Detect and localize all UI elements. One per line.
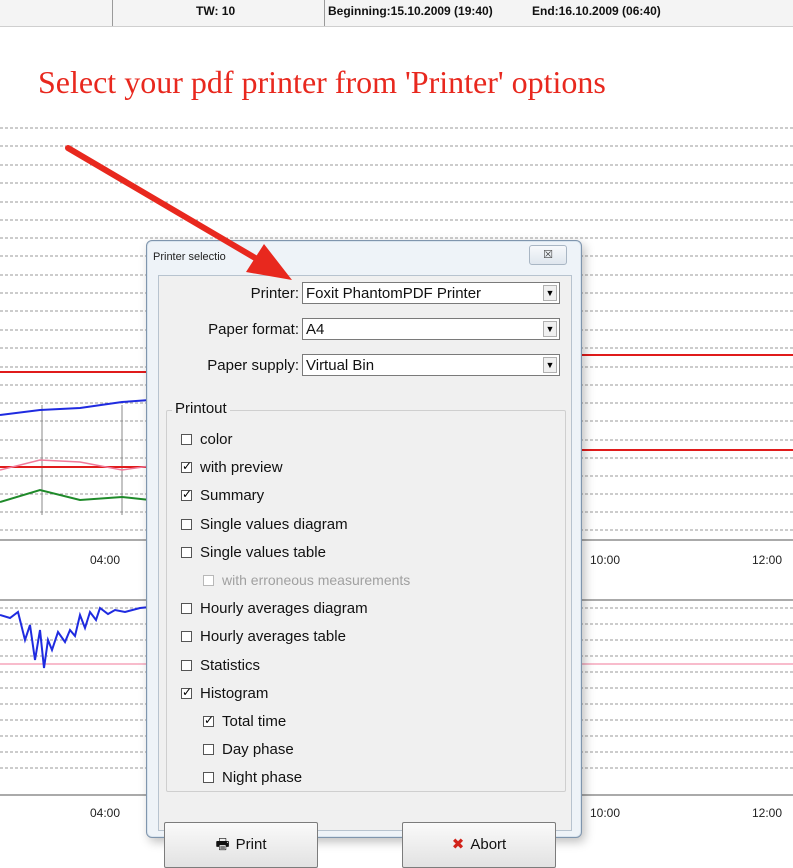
paper-supply-row: Paper supply: Virtual Bin ▼ <box>159 354 571 378</box>
x-tick-label: 12:00 <box>752 553 783 567</box>
close-button[interactable]: ☒ <box>529 245 567 265</box>
printout-option[interactable]: Total time <box>203 713 286 730</box>
checkbox[interactable] <box>181 631 192 643</box>
printout-option[interactable]: Day phase <box>203 741 294 758</box>
checkbox[interactable] <box>181 546 192 558</box>
chevron-down-icon[interactable]: ▼ <box>543 321 557 337</box>
printout-option: with erroneous measurements <box>203 572 410 588</box>
printout-option[interactable]: Summary <box>181 487 264 504</box>
printout-option[interactable]: Hourly averages table <box>181 628 346 645</box>
printer-icon: 🖶 <box>215 836 230 853</box>
checkbox[interactable] <box>203 772 214 784</box>
option-label: Single values table <box>200 543 326 561</box>
checkbox[interactable] <box>181 603 192 615</box>
option-label: color <box>200 431 233 448</box>
printer-select[interactable]: Foxit PhantomPDF Printer ▼ <box>302 282 560 304</box>
option-label: Total time <box>222 713 287 730</box>
abort-label: Abort <box>470 836 507 853</box>
option-label: Hourly averages table <box>200 628 346 646</box>
print-label: Print <box>235 836 267 853</box>
x-tick-label: 10:00 <box>590 553 621 567</box>
checkbox[interactable] <box>203 744 214 756</box>
option-label: with preview <box>200 459 283 477</box>
checkbox[interactable] <box>181 518 192 530</box>
printer-row: Printer: Foxit PhantomPDF Printer ▼ <box>159 282 571 306</box>
abort-button[interactable]: ✖ Abort <box>402 822 556 868</box>
paper-format-value: A4 <box>306 321 325 338</box>
option-label: Single values diagram <box>200 515 348 533</box>
printout-option[interactable]: Night phase <box>203 769 302 786</box>
x-tick-label: 12:00 <box>752 806 783 820</box>
option-label: Histogram <box>200 684 269 702</box>
checkbox[interactable] <box>181 487 192 502</box>
x-tick-label: 04:00 <box>90 553 121 567</box>
paper-supply-value: Virtual Bin <box>306 357 375 374</box>
dialog-title: Printer selectio <box>153 251 226 263</box>
print-button[interactable]: 🖶 Print <box>164 822 318 868</box>
printout-option[interactable]: Histogram <box>181 685 268 702</box>
option-label: Day phase <box>222 741 294 759</box>
printout-option[interactable]: Hourly averages diagram <box>181 600 368 617</box>
paper-format-row: Paper format: A4 ▼ <box>159 318 571 342</box>
pink-series <box>0 459 151 471</box>
paper-format-label: Paper format: <box>208 321 299 338</box>
option-label: Hourly averages diagram <box>200 600 368 618</box>
blue-series <box>0 399 151 416</box>
printout-group: Printout color with preview Summary Single … <box>166 400 566 792</box>
printout-legend: Printout <box>172 400 230 417</box>
paper-supply-select[interactable]: Virtual Bin ▼ <box>302 354 560 376</box>
checkbox[interactable] <box>181 685 192 699</box>
dialog-panel: Printer: Foxit PhantomPDF Printer ▼ Pape… <box>158 275 572 868</box>
paper-format-select[interactable]: A4 ▼ <box>302 318 560 340</box>
option-label: Night phase <box>222 769 303 787</box>
x-tick-label: 10:00 <box>590 806 621 820</box>
printout-option[interactable]: Single values diagram <box>181 516 348 533</box>
checkbox[interactable] <box>181 459 192 474</box>
printer-label: Printer: <box>250 285 299 302</box>
checkbox[interactable] <box>181 434 192 445</box>
option-label: with erroneous measurements <box>222 572 411 588</box>
printout-option[interactable]: Single values table <box>181 544 326 561</box>
paper-supply-label: Paper supply: <box>207 357 299 374</box>
chevron-down-icon[interactable]: ▼ <box>543 285 557 301</box>
blue-measurement-series <box>0 606 151 669</box>
option-label: Summary <box>200 487 265 505</box>
printer-value: Foxit PhantomPDF Printer <box>306 285 482 302</box>
printout-option[interactable]: Statistics <box>181 657 260 674</box>
chevron-down-icon[interactable]: ▼ <box>543 357 557 373</box>
printout-option[interactable]: with preview <box>181 459 283 476</box>
option-label: Statistics <box>200 656 261 674</box>
printer-selection-dialog: Printer selectio ☒ Printer: Foxit Phanto… <box>146 240 582 868</box>
green-series <box>0 488 151 503</box>
printout-option[interactable]: color <box>181 431 233 448</box>
checkbox[interactable] <box>203 713 214 727</box>
checkbox[interactable] <box>181 659 192 671</box>
abort-icon: ✖ <box>451 836 465 853</box>
x-tick-label: 04:00 <box>90 806 121 820</box>
checkbox <box>203 575 214 586</box>
